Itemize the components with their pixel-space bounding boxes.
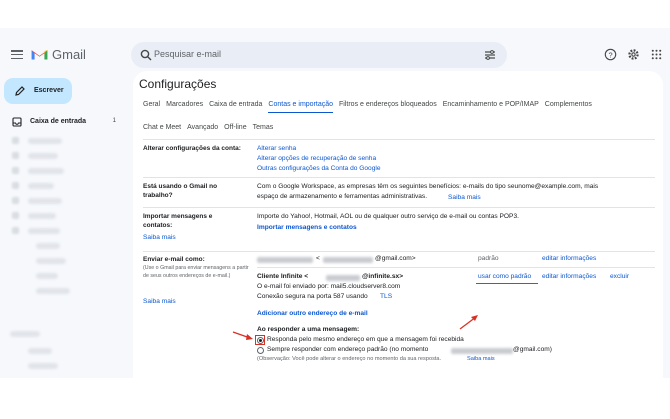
help-icon[interactable]: ? xyxy=(604,48,617,61)
compose-button[interactable]: Escrever xyxy=(4,78,72,104)
search-bar[interactable]: Pesquisar e-mail xyxy=(131,42,507,68)
inbox-unread-count: 1 xyxy=(112,118,116,124)
compose-label: Escrever xyxy=(34,87,64,94)
main-menu-icon[interactable] xyxy=(11,50,23,60)
settings-gear-icon[interactable] xyxy=(627,48,640,61)
sidebar-item-inbox[interactable]: Caixa de entrada 1 xyxy=(0,114,122,130)
search-input[interactable]: Pesquisar e-mail xyxy=(154,49,221,59)
reply-note-learn-more-link[interactable]: Saiba mais xyxy=(467,356,495,362)
gmail-m-icon xyxy=(31,50,48,60)
reply-note: (Observação: Você pode alterar o endereç… xyxy=(257,356,442,362)
reply-default-address-radio[interactable] xyxy=(256,346,264,354)
redacted-email xyxy=(451,348,513,354)
gmail-logo[interactable]: Gmail xyxy=(31,47,86,62)
gmail-window: Gmail Pesquisar e-mail ? Escrever Caixa … xyxy=(0,28,670,378)
pencil-icon xyxy=(15,86,25,96)
inbox-icon xyxy=(12,117,22,127)
apps-grid-icon[interactable] xyxy=(650,48,663,61)
settings-panel: Configurações Geral Marcadores Caixa de … xyxy=(133,71,663,378)
search-options-icon[interactable] xyxy=(484,49,496,61)
inbox-label: Caixa de entrada xyxy=(30,118,87,125)
reply-default-address-label: Sempre responder com endereço padrão (no… xyxy=(267,346,429,353)
svg-text:?: ? xyxy=(608,50,612,59)
search-icon[interactable] xyxy=(140,49,152,61)
reply-default-email-tail: @gmail.com) xyxy=(513,346,552,353)
annotation-arrow-icon xyxy=(232,331,253,340)
app-name: Gmail xyxy=(52,47,86,62)
